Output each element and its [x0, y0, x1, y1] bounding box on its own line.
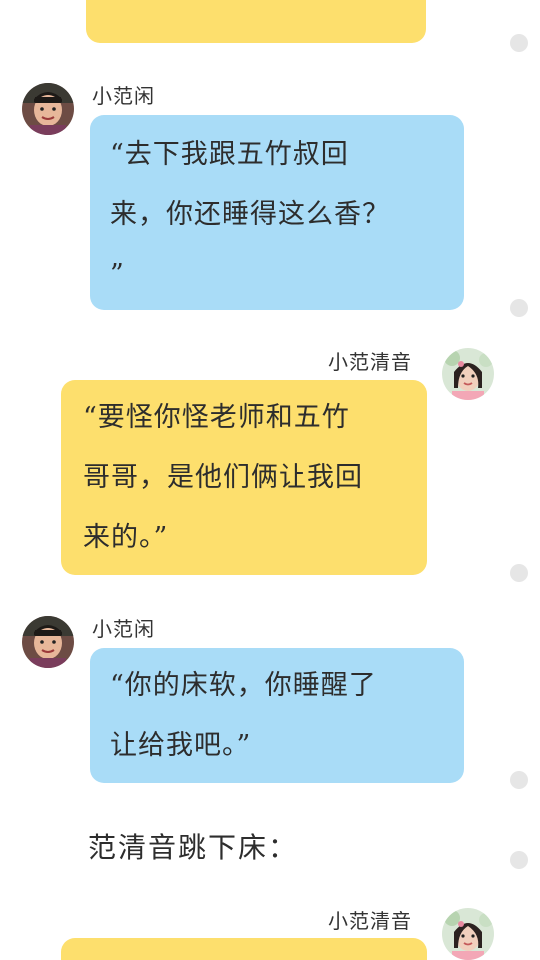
girl-avatar-icon [442, 348, 494, 400]
message-bubble[interactable]: “你的床软，你睡醒了 让给我吧。” [90, 648, 464, 783]
message-bubble[interactable]: “要怪你怪老师和五竹 哥哥，是他们俩让我回 来的。” [61, 380, 427, 575]
boy-avatar-icon [22, 616, 74, 668]
girl-avatar-icon [442, 908, 494, 960]
sender-name: 小范闲 [92, 84, 155, 108]
avatar-xiaofanxian[interactable] [22, 616, 74, 668]
narration-text: 范清音跳下床： [88, 831, 299, 864]
sender-name: 小范清音 [328, 350, 412, 374]
chat-page: 小范闲 “去下我跟五竹叔回 来，你还睡得这么香？ ” 小范清音 “要怪你怪老师和… [0, 0, 540, 960]
side-dot [510, 299, 528, 317]
message-bubble[interactable]: “去下我跟五竹叔回 来，你还睡得这么香？ ” [90, 115, 464, 310]
partial-message-bubble-bottom[interactable] [61, 938, 427, 960]
sender-name: 小范清音 [328, 909, 412, 933]
side-dot [510, 564, 528, 582]
boy-avatar-icon [22, 83, 74, 135]
avatar-xiaofanqingyin[interactable] [442, 348, 494, 400]
side-dot [510, 34, 528, 52]
sender-name: 小范闲 [92, 617, 155, 641]
avatar-xiaofanxian[interactable] [22, 83, 74, 135]
avatar-xiaofanqingyin[interactable] [442, 908, 494, 960]
side-dot [510, 771, 528, 789]
partial-message-bubble-top[interactable] [86, 0, 426, 43]
side-dot [510, 851, 528, 869]
